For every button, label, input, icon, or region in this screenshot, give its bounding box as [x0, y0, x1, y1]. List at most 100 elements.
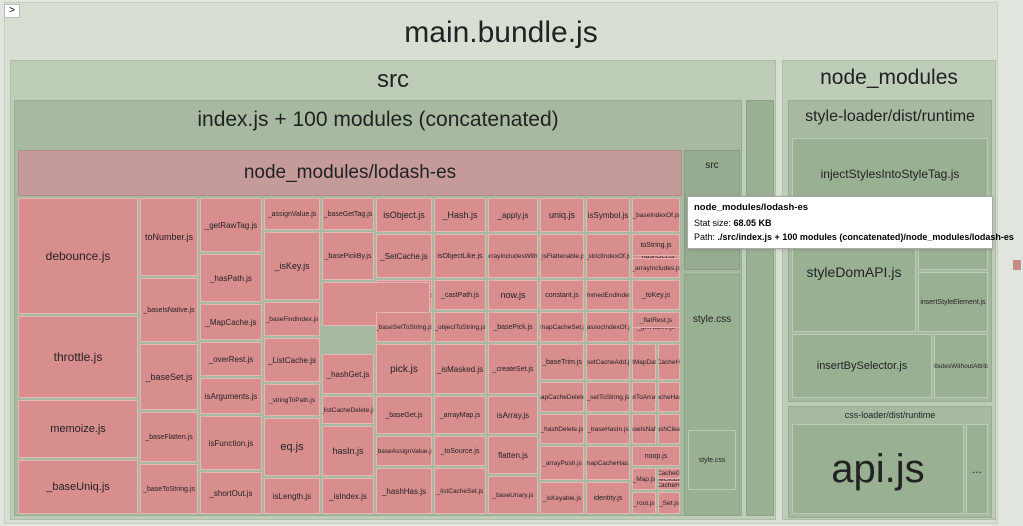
tile-listcache[interactable]: _ListCache.js: [264, 338, 320, 382]
tile-islength[interactable]: isLength.js: [264, 478, 320, 514]
tile-arrayincludeswith[interactable]: _arrayIncludesWith.js: [488, 234, 538, 278]
tile-set[interactable]: _Set.js: [658, 492, 680, 514]
tile-baseflatten[interactable]: _baseFlatten.js: [140, 412, 198, 462]
tile-mapcachehas[interactable]: _mapCacheHas.js: [586, 446, 630, 480]
tile-setcache[interactable]: _SetCache.js: [376, 234, 432, 278]
tile-isobject[interactable]: isObject.js: [376, 198, 432, 232]
tile-listcachedelete[interactable]: _listCacheDelete.js: [322, 396, 374, 424]
tile-baseuniq[interactable]: _baseUniq.js: [18, 460, 138, 514]
tile-basegettag[interactable]: _baseGetTag.js: [322, 198, 374, 230]
tile-getmapdata[interactable]: _getMapData.js: [632, 344, 656, 380]
tile-stringtopath[interactable]: _stringToPath.js: [264, 384, 320, 416]
tile-setattrs[interactable]: setAttributesWithoutAttributes.js: [934, 334, 988, 398]
tile-hashget[interactable]: _hashGet.js: [322, 354, 374, 394]
tile-basetrim[interactable]: _baseTrim.js: [540, 344, 584, 380]
tile-style-css-inner[interactable]: style.css: [688, 430, 736, 490]
tile-getrawtag[interactable]: _getRawTag.js: [200, 198, 262, 252]
tile-listcacheget[interactable]: _listCacheGet.js: [658, 468, 680, 479]
tile-isarray[interactable]: isArray.js: [488, 396, 538, 434]
tile-baseisnative[interactable]: _baseIsNative.js: [140, 278, 198, 342]
tile-baseindexof[interactable]: _baseIndexOf.js: [632, 198, 680, 232]
tile-isindex[interactable]: _isIndex.js: [322, 478, 374, 514]
tile-apply[interactable]: _apply.js: [488, 198, 538, 232]
tile-isobjectlike[interactable]: isObjectLike.js: [434, 234, 486, 278]
tile-mapcachedelete[interactable]: _mapCacheDelete.js: [540, 382, 584, 412]
tile-baseisnan[interactable]: _baseIsNaN.js: [632, 414, 656, 444]
tile-pick[interactable]: pick.js: [376, 344, 432, 394]
treemap-viewport[interactable]: > main.bundle.js src index.js + 100 modu…: [0, 0, 1023, 526]
tile-baseget[interactable]: _baseGet.js: [376, 396, 432, 434]
tile-overrest[interactable]: _overRest.js: [200, 342, 262, 376]
tile-baseset[interactable]: _baseSet.js: [140, 344, 198, 410]
tile-arraymap[interactable]: _arrayMap.js: [434, 396, 486, 434]
tile-debounce[interactable]: debounce.js: [18, 198, 138, 314]
tile-tosource[interactable]: _toSource.js: [434, 436, 486, 466]
tile-insertstyleelement[interactable]: insertStyleElement.js: [918, 272, 988, 332]
tile-issymbol[interactable]: isSymbol.js: [586, 198, 630, 232]
tile-basetostring[interactable]: _baseToString.js: [140, 464, 198, 514]
tile-haspath[interactable]: _hasPath.js: [200, 254, 262, 302]
tile-basepick[interactable]: _basePick.js: [488, 312, 538, 342]
tile-hasin[interactable]: hasIn.js: [322, 426, 374, 476]
right-gutter-chip: [1013, 260, 1021, 270]
tile-src-style-css[interactable]: [746, 100, 774, 516]
tile-baseassignvalue[interactable]: _baseAssignValue.js: [376, 436, 432, 466]
tile-listcachehas[interactable]: _listCacheHas.js: [658, 481, 680, 490]
tile-baseunary[interactable]: _baseUnary.js: [488, 476, 538, 514]
tile-api-js[interactable]: api.js: [792, 424, 964, 514]
tile-constant[interactable]: constant.js: [540, 280, 584, 310]
tile-eq[interactable]: eq.js: [264, 418, 320, 476]
tile-root[interactable]: _root.js: [632, 492, 656, 514]
tile-createset[interactable]: _createSet.js: [488, 344, 538, 394]
tile-tostring[interactable]: toString.js: [632, 234, 680, 256]
group-lodash-es-label: node_modules/lodash-es: [244, 162, 456, 184]
tile-basefindindex[interactable]: _baseFindIndex.js: [264, 302, 320, 336]
tile-flatten[interactable]: flatten.js: [488, 436, 538, 474]
tile-assignvalue[interactable]: _assignValue.js: [264, 198, 320, 230]
tile-noop[interactable]: noop.js: [632, 446, 680, 466]
tile-now[interactable]: now.js: [488, 280, 538, 310]
tile-basepickby[interactable]: _basePickBy.js: [322, 232, 374, 280]
tile-tonumber[interactable]: toNumber.js: [140, 198, 198, 276]
tile-tokey[interactable]: _toKey.js: [632, 280, 680, 310]
tile-hash[interactable]: _Hash.js: [434, 198, 486, 232]
tile-ismasked[interactable]: _isMasked.js: [434, 344, 486, 394]
tile-setcachehas[interactable]: _setCacheHas.js: [658, 344, 680, 380]
tile-identity[interactable]: identity.js: [586, 482, 630, 514]
tile-isflattenable[interactable]: _isFlattenable.js: [540, 234, 584, 278]
tile-settoarray[interactable]: _setToArray.js: [632, 382, 656, 412]
tile-mapcache[interactable]: _MapCache.js: [200, 304, 262, 340]
tile-throttle[interactable]: throttle.js: [18, 316, 138, 398]
tile-castpath[interactable]: _castPath.js: [434, 280, 486, 310]
tile-cachehas[interactable]: _cacheHas.js: [658, 382, 680, 412]
tile-basehasin[interactable]: _baseHasIn.js: [586, 414, 630, 444]
tile-iskey[interactable]: _isKey.js: [264, 232, 320, 300]
tile-map[interactable]: _Map.js: [632, 468, 656, 490]
tile-objecttostring[interactable]: _objectToString.js: [434, 312, 486, 342]
tile-memoize[interactable]: memoize.js: [18, 400, 138, 458]
tile-listcacheset[interactable]: _listCacheSet.js: [434, 468, 486, 514]
tile-setcacheadd[interactable]: _setCacheAdd.js: [586, 344, 630, 380]
tile-isarguments[interactable]: isArguments.js: [200, 378, 262, 414]
tile-mapcacheset[interactable]: _mapCacheSet.js: [540, 312, 584, 342]
tile-basesettostring[interactable]: _baseSetToString.js: [376, 312, 432, 342]
tile-strictindexof[interactable]: _strictIndexOf.js: [586, 234, 630, 278]
tile-hashhas[interactable]: _hashHas.js: [376, 468, 432, 514]
tile-arraypush[interactable]: _arrayPush.js: [540, 446, 584, 480]
tile-settostring[interactable]: _setToString.js: [586, 382, 630, 412]
group-lodash-es[interactable]: node_modules/lodash-es: [18, 150, 682, 196]
tile-trimmedendindex[interactable]: _trimmedEndIndex.js: [586, 280, 630, 310]
tile-ellipsis[interactable]: ...: [966, 424, 988, 514]
tooltip-title: node_modules/lodash-es: [694, 201, 986, 215]
tile-hashdelete[interactable]: _hashDelete.js: [540, 414, 584, 444]
sidebar-toggle[interactable]: >: [4, 4, 20, 18]
tile-iskeyable[interactable]: _isKeyable.js: [540, 482, 584, 514]
tile-hashclear[interactable]: _hashClear.js: [658, 414, 680, 444]
tile-insertbyselector[interactable]: insertBySelector.js: [792, 334, 932, 398]
tile-isfunction[interactable]: isFunction.js: [200, 416, 262, 470]
tile-flatrest[interactable]: _flatRest.js: [632, 312, 680, 328]
tile-arrayincludes[interactable]: _arrayIncludes.js: [632, 258, 680, 278]
tile-associndexof[interactable]: _assocIndexOf.js: [586, 312, 630, 342]
tile-uniq[interactable]: uniq.js: [540, 198, 584, 232]
tile-shortout[interactable]: _shortOut.js: [200, 472, 262, 514]
